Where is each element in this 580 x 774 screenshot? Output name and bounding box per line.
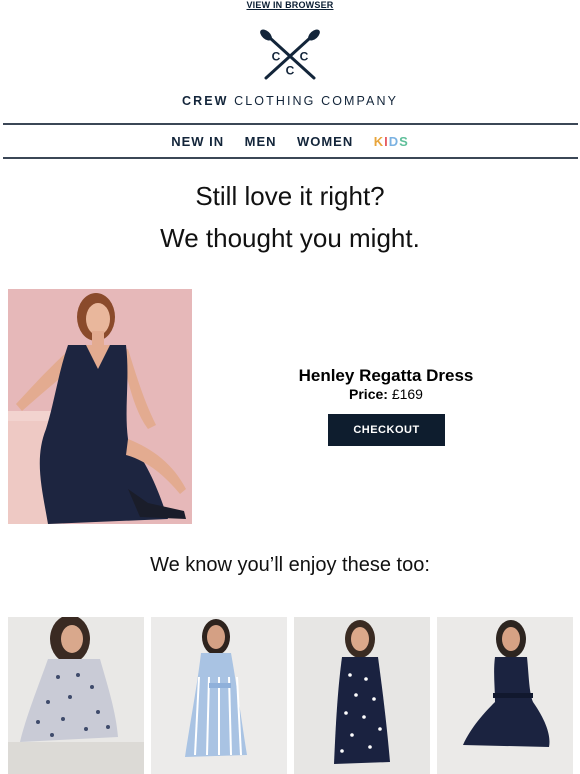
nav-top-divider — [3, 123, 578, 125]
recommendations-heading: We know you’ll enjoy these too: — [150, 554, 430, 576]
brand-name-rest: CLOTHING COMPANY — [228, 94, 399, 108]
recommendation-item[interactable] — [8, 617, 144, 774]
navy-polka-dot-dress-icon — [294, 617, 430, 774]
price-label: Price: — [349, 386, 388, 402]
brand-name: CREW CLOTHING COMPANY — [0, 94, 580, 108]
nav-bottom-divider — [3, 157, 578, 159]
woman-in-navy-dress-icon — [8, 289, 192, 524]
logo-letter: C — [300, 50, 309, 64]
logo-letter: C — [286, 64, 295, 78]
nav-new-in[interactable]: NEW IN — [171, 134, 224, 149]
product-price: Price: £169 — [290, 386, 482, 402]
nav-women[interactable]: WOMEN — [297, 134, 353, 149]
product-image[interactable] — [8, 289, 192, 524]
crew-logo-icon[interactable]: C C C — [256, 26, 324, 84]
navy-belted-dress-icon — [437, 617, 573, 774]
main-nav: NEW IN MEN WOMEN KIDS — [0, 133, 580, 151]
brand-name-bold: CREW — [181, 94, 229, 108]
view-in-browser-link[interactable]: VIEW IN BROWSER — [0, 0, 580, 12]
floral-print-dress-icon — [8, 617, 144, 774]
recommendation-item[interactable] — [437, 617, 573, 774]
nav-men[interactable]: MEN — [245, 134, 277, 149]
product-name[interactable]: Henley Regatta Dress — [290, 366, 482, 386]
blue-striped-dress-icon — [151, 617, 287, 774]
checkout-button[interactable]: CHECKOUT — [328, 414, 445, 446]
headline-line-1: Still love it right? — [195, 181, 385, 211]
recommendation-item[interactable] — [151, 617, 287, 774]
headline-line-2: We thought you might. — [160, 223, 420, 253]
kids-letter: D — [388, 134, 400, 149]
kids-letter: K — [373, 134, 385, 149]
price-value: £169 — [387, 386, 423, 402]
recommendation-item[interactable] — [294, 617, 430, 774]
kids-letter: S — [399, 134, 409, 149]
logo-letter: C — [272, 50, 281, 64]
nav-kids[interactable]: KIDS — [374, 134, 409, 149]
